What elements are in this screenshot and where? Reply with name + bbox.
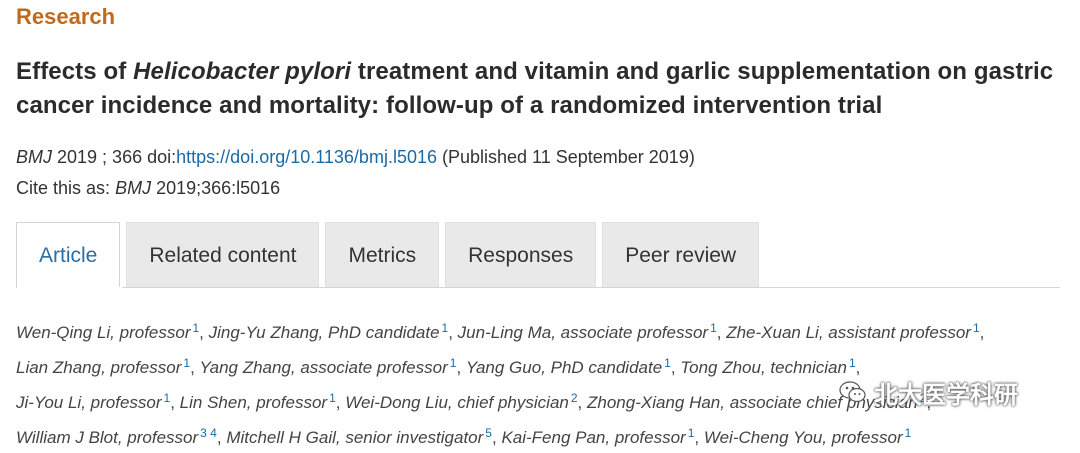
author-item[interactable]: Ji-You Li, professor 1	[16, 391, 170, 412]
author-item[interactable]: Mitchell H Gail, senior investigator 5	[226, 426, 492, 447]
author-name: William J Blot, professor	[16, 428, 199, 447]
cite-as-line: Cite this as: BMJ 2019;366:l5016	[16, 178, 280, 199]
author-name: Wei-Cheng You, professor	[703, 428, 903, 447]
affiliation-ref[interactable]: 1	[329, 391, 336, 405]
doi-label: doi:	[147, 147, 177, 167]
author-name: Zhe-Xuan Li, assistant professor	[726, 323, 971, 342]
author-item[interactable]: Kai-Feng Pan, professor 1	[501, 426, 694, 447]
author-name: Tong Zhou, technician	[680, 358, 847, 377]
tab-metrics[interactable]: Metrics	[325, 222, 440, 288]
active-tab-gap	[17, 287, 122, 289]
affiliation-ref[interactable]: 3 4	[200, 426, 217, 440]
doi-link[interactable]: https://doi.org/10.1136/bmj.l5016	[176, 147, 437, 167]
title-prefix: Effects of	[16, 58, 134, 85]
watermark: 北大医学科研	[838, 372, 1018, 412]
tab-responses[interactable]: Responses	[445, 222, 597, 288]
author-item[interactable]: Jing-Yu Zhang, PhD candidate 1	[208, 321, 449, 342]
author-item[interactable]: Jun-Ling Ma, associate professor 1	[457, 321, 717, 342]
author-item[interactable]: Wen-Qing Li, professor 1	[16, 321, 199, 342]
affiliation-ref[interactable]: 1	[710, 321, 717, 335]
year-volume: 2019 ; 366	[57, 147, 143, 167]
author-item[interactable]: Lin Shen, professor 1	[179, 391, 336, 412]
author-name: Wen-Qing Li, professor	[16, 323, 191, 342]
author-name: Yang Guo, PhD candidate	[465, 358, 663, 377]
author-item[interactable]: Wei-Dong Liu, chief physician 2	[345, 391, 578, 412]
wechat-icon	[839, 381, 866, 403]
article-title: Effects of Helicobacter pylori treatment…	[16, 55, 1066, 123]
watermark-text: 北大医学科研	[874, 380, 1018, 409]
journal-name: BMJ	[16, 147, 52, 167]
tab-article[interactable]: Article	[16, 222, 121, 288]
section-label: Research	[16, 4, 116, 29]
affiliation-ref[interactable]: 1	[905, 426, 912, 440]
author-name: Wei-Dong Liu, chief physician	[345, 393, 569, 412]
author-item[interactable]: William J Blot, professor 3 4	[16, 426, 217, 447]
tab-peer-review[interactable]: Peer review	[602, 222, 760, 288]
author-name: Lin Shen, professor	[179, 393, 328, 412]
tab-related-content[interactable]: Related content	[126, 222, 320, 288]
author-item[interactable]: Lian Zhang, professor 1	[16, 356, 190, 377]
author-item[interactable]: Yang Zhang, associate professor 1	[199, 356, 457, 377]
author-item[interactable]: Wei-Cheng You, professor 1	[703, 426, 912, 447]
author-item[interactable]: Zhe-Xuan Li, assistant professor 1	[726, 321, 980, 342]
author-name: Yang Zhang, associate professor	[199, 358, 448, 377]
citation-line: BMJ 2019 ; 366 doi:https://doi.org/10.11…	[16, 147, 695, 168]
author-name: Jun-Ling Ma, associate professor	[457, 323, 709, 342]
tab-divider	[16, 287, 1060, 288]
affiliation-ref[interactable]: 1	[664, 356, 671, 370]
author-name: Kai-Feng Pan, professor	[501, 428, 686, 447]
author-item[interactable]: Tong Zhou, technician 1	[680, 356, 856, 377]
published-date: (Published 11 September 2019)	[442, 147, 695, 167]
author-name: Mitchell H Gail, senior investigator	[226, 428, 484, 447]
author-name: Ji-You Li, professor	[16, 393, 162, 412]
affiliation-ref[interactable]: 1	[849, 356, 856, 370]
affiliation-ref[interactable]: 1	[973, 321, 980, 335]
cite-label: Cite this as:	[16, 178, 111, 198]
cite-reference: 2019;366:l5016	[156, 178, 281, 198]
affiliation-ref[interactable]: 5	[485, 426, 492, 440]
author-name: Lian Zhang, professor	[16, 358, 182, 377]
author-item[interactable]: Yang Guo, PhD candidate 1	[465, 356, 671, 377]
article-tabs: Article Related content Metrics Response…	[16, 222, 760, 288]
cite-journal: BMJ	[115, 178, 152, 198]
title-italic-organism: Helicobacter pylori	[133, 58, 352, 85]
author-name: Jing-Yu Zhang, PhD candidate	[208, 323, 440, 342]
affiliation-ref[interactable]: 2	[571, 391, 578, 405]
